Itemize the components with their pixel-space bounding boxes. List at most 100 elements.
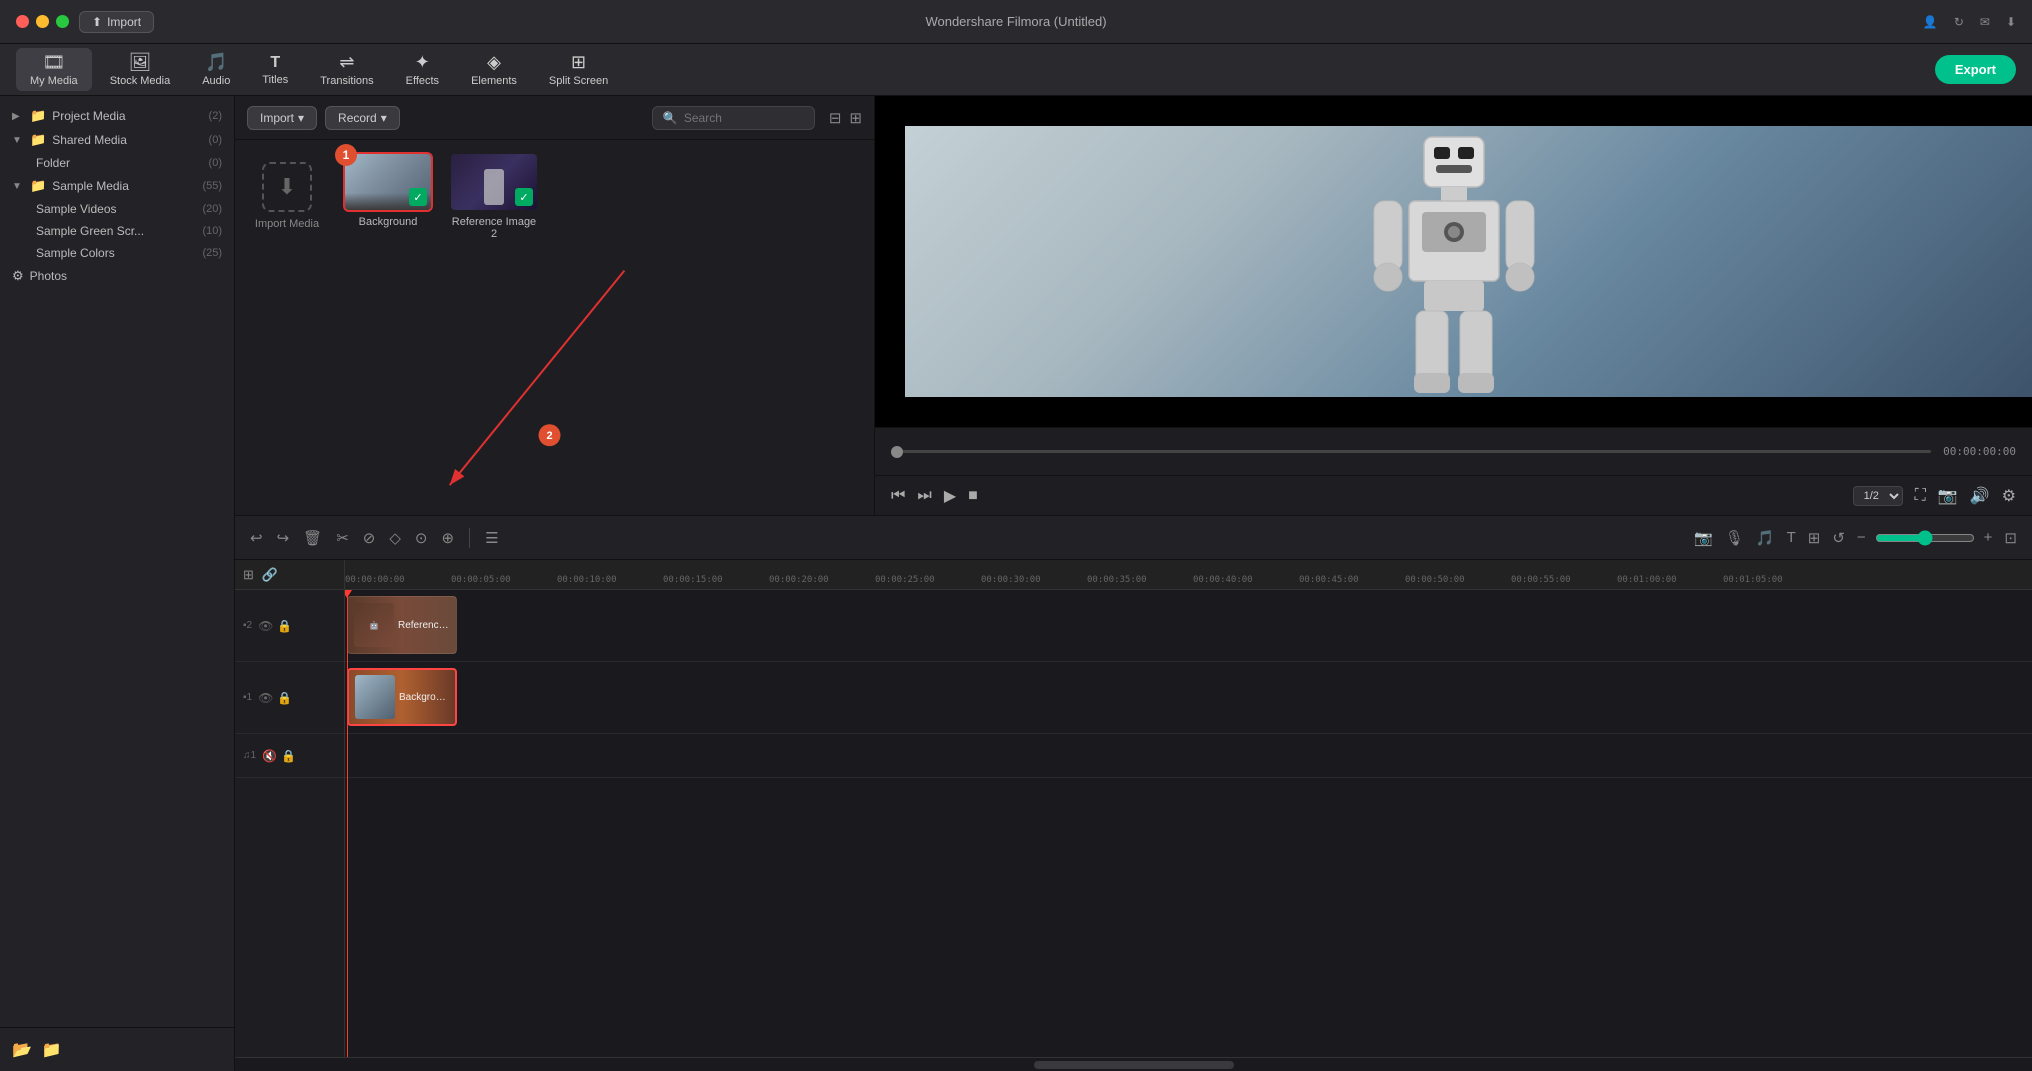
media-toolbar: Import ▾ Record ▾ 🔍 ⊟ ⊞ <box>235 96 874 140</box>
toolbar-item-elements[interactable]: ◈ Elements <box>457 48 531 91</box>
timeline-scrollbar[interactable] <box>235 1057 2032 1071</box>
delete-clip-button[interactable]: 🗑 <box>300 526 325 550</box>
titles-icon: T <box>270 54 280 72</box>
transform-button[interactable]: ⊕ <box>438 526 457 550</box>
stop-button[interactable]: ■ <box>968 487 978 505</box>
snapshot-button[interactable]: 📷 <box>1938 486 1958 506</box>
my-media-icon: 🎞 <box>42 52 65 73</box>
sidebar-item-sample-colors[interactable]: Sample Colors (25) <box>0 242 234 264</box>
refresh-icon: ↻ <box>1954 15 1964 29</box>
traffic-lights <box>16 15 69 28</box>
v1-track-icons: 👁 🔒 <box>258 691 292 705</box>
sidebar: ▶ 📁 Project Media (2) ▼ 📁 Shared Media (… <box>0 96 235 1071</box>
zoom-in-button[interactable]: + <box>1981 526 1996 549</box>
skip-back-button[interactable]: ⏮ <box>891 487 905 505</box>
playhead[interactable] <box>347 590 348 1057</box>
sidebar-tree: ▶ 📁 Project Media (2) ▼ 📁 Shared Media (… <box>0 96 234 1027</box>
snap-icon[interactable]: ⊞ <box>243 567 254 583</box>
step-back-button[interactable]: ⏭ <box>917 487 931 505</box>
media-thumb-background[interactable]: 1 ✓ Background <box>343 152 433 240</box>
main-toolbar: 🎞 My Media 🖼 Stock Media 🎵 Audio T Title… <box>0 44 2032 96</box>
v1-lock-button[interactable]: 🔒 <box>277 691 292 705</box>
folder-add-icon[interactable]: 📂 <box>12 1040 32 1060</box>
grid-button[interactable]: ⊞ <box>1805 526 1824 550</box>
camera-button[interactable]: 📷 <box>1691 526 1716 550</box>
close-button[interactable] <box>16 15 29 28</box>
disconnect-button[interactable]: ⊘ <box>360 526 379 550</box>
loop-button[interactable]: ↺ <box>1829 526 1848 550</box>
clip-thumb-reference: 🤖 <box>354 603 394 647</box>
redo-button[interactable]: ↪ <box>274 526 293 550</box>
sidebar-item-shared-media[interactable]: ▼ 📁 Shared Media (0) <box>0 128 234 152</box>
grid-view-icon[interactable]: ⊞ <box>849 109 862 127</box>
timeline-content: 00:00:00:00 00:00:05:00 00:00:10:00 00:0… <box>345 560 2032 1057</box>
badge-1: 1 <box>335 144 357 166</box>
audio-track-button[interactable]: 🎵 <box>1753 526 1778 550</box>
folder-import-icon[interactable]: 📁 <box>42 1040 62 1060</box>
fit-button[interactable]: ⊡ <box>2001 526 2020 550</box>
a1-mute-button[interactable]: 🔇 <box>262 749 277 763</box>
audio-icon: 🎵 <box>205 52 227 73</box>
volume-button[interactable]: 🔊 <box>1970 486 1990 506</box>
sidebar-item-photos[interactable]: ⚙ Photos <box>0 264 234 288</box>
toolbar-separator <box>469 528 470 548</box>
lock-icon[interactable]: 🔗 <box>262 567 278 583</box>
clip-reference-image-2[interactable]: 🤖 Reference Image 2 <box>347 596 457 654</box>
sidebar-item-sample-videos[interactable]: Sample Videos (20) <box>0 198 234 220</box>
preview-video <box>875 96 2032 427</box>
import-dropdown-button[interactable]: Import ▾ <box>247 106 317 130</box>
toolbar-item-audio[interactable]: 🎵 Audio <box>188 48 244 91</box>
export-button[interactable]: Export <box>1935 55 2016 84</box>
v2-eye-button[interactable]: 👁 <box>258 619 273 633</box>
toolbar-item-stock-media[interactable]: 🖼 Stock Media <box>96 48 185 91</box>
toolbar-item-titles[interactable]: T Titles <box>248 50 302 90</box>
record-dropdown-button[interactable]: Record ▾ <box>325 106 400 130</box>
zoom-slider[interactable] <box>1875 530 1975 546</box>
robot-scene <box>875 96 2032 427</box>
main-layout: ▶ 📁 Project Media (2) ▼ 📁 Shared Media (… <box>0 96 2032 1071</box>
v2-track-icons: 👁 🔒 <box>258 619 292 633</box>
zoom-out-button[interactable]: − <box>1854 526 1869 549</box>
filter-icon[interactable]: ⊟ <box>829 109 842 127</box>
expand-icon: ▶ <box>12 111 24 122</box>
titlebar-left: ⬆ Import <box>16 11 154 33</box>
ruler-mark-11: 00:00:55:00 <box>1511 575 1617 585</box>
toolbar-item-my-media[interactable]: 🎞 My Media <box>16 48 92 91</box>
ruler-mark-4: 00:00:20:00 <box>769 575 875 585</box>
ruler-mark-5: 00:00:25:00 <box>875 575 981 585</box>
maximize-button[interactable] <box>56 15 69 28</box>
undo-button[interactable]: ↩ <box>247 526 266 550</box>
media-thumb-reference[interactable]: ✓ Reference Image 2 <box>449 152 539 240</box>
stock-media-icon: 🖼 <box>129 52 152 73</box>
sidebar-item-sample-media[interactable]: ▼ 📁 Sample Media (55) <box>0 174 234 198</box>
import-window-button[interactable]: ⬆ Import <box>79 11 154 33</box>
toolbar-item-transitions[interactable]: ⇌ Transitions <box>306 48 387 91</box>
toolbar-item-effects[interactable]: ✦ Effects <box>392 48 453 91</box>
mic-button[interactable]: 🎙 <box>1722 526 1747 550</box>
sidebar-item-sample-green[interactable]: Sample Green Scr... (10) <box>0 220 234 242</box>
v2-lock-button[interactable]: 🔒 <box>277 619 292 633</box>
timer-button[interactable]: ⊙ <box>412 526 431 550</box>
search-input[interactable] <box>684 111 804 125</box>
media-browser: Import ▾ Record ▾ 🔍 ⊟ ⊞ <box>235 96 875 515</box>
clip-background[interactable]: Background <box>347 668 457 726</box>
clip-thumb-background <box>355 675 395 719</box>
title-track-button[interactable]: T <box>1784 526 1799 549</box>
import-media-button[interactable]: ⬇ Import Media <box>247 152 327 240</box>
a1-lock-button[interactable]: 🔒 <box>281 749 296 763</box>
toolbar-item-split-screen[interactable]: ⊞ Split Screen <box>535 48 622 91</box>
minimize-button[interactable] <box>36 15 49 28</box>
cut-button[interactable]: ✂ <box>333 526 352 550</box>
marker-button[interactable]: ◇ <box>386 526 404 550</box>
time-slider[interactable] <box>891 450 1931 453</box>
v1-eye-button[interactable]: 👁 <box>258 691 273 705</box>
sidebar-item-project-media[interactable]: ▶ 📁 Project Media (2) <box>0 104 234 128</box>
settings-button[interactable]: ⚙ <box>2002 486 2016 506</box>
play-button[interactable]: ▶ <box>944 486 956 506</box>
sidebar-item-folder[interactable]: Folder (0) <box>0 152 234 174</box>
list-button[interactable]: ☰ <box>482 526 501 550</box>
elements-icon: ◈ <box>487 52 501 73</box>
quality-select[interactable]: 1/2 <box>1853 486 1903 506</box>
fullscreen-button[interactable]: ⛶ <box>1915 487 1926 505</box>
timeline-ruler: 00:00:00:00 00:00:05:00 00:00:10:00 00:0… <box>345 560 2032 590</box>
